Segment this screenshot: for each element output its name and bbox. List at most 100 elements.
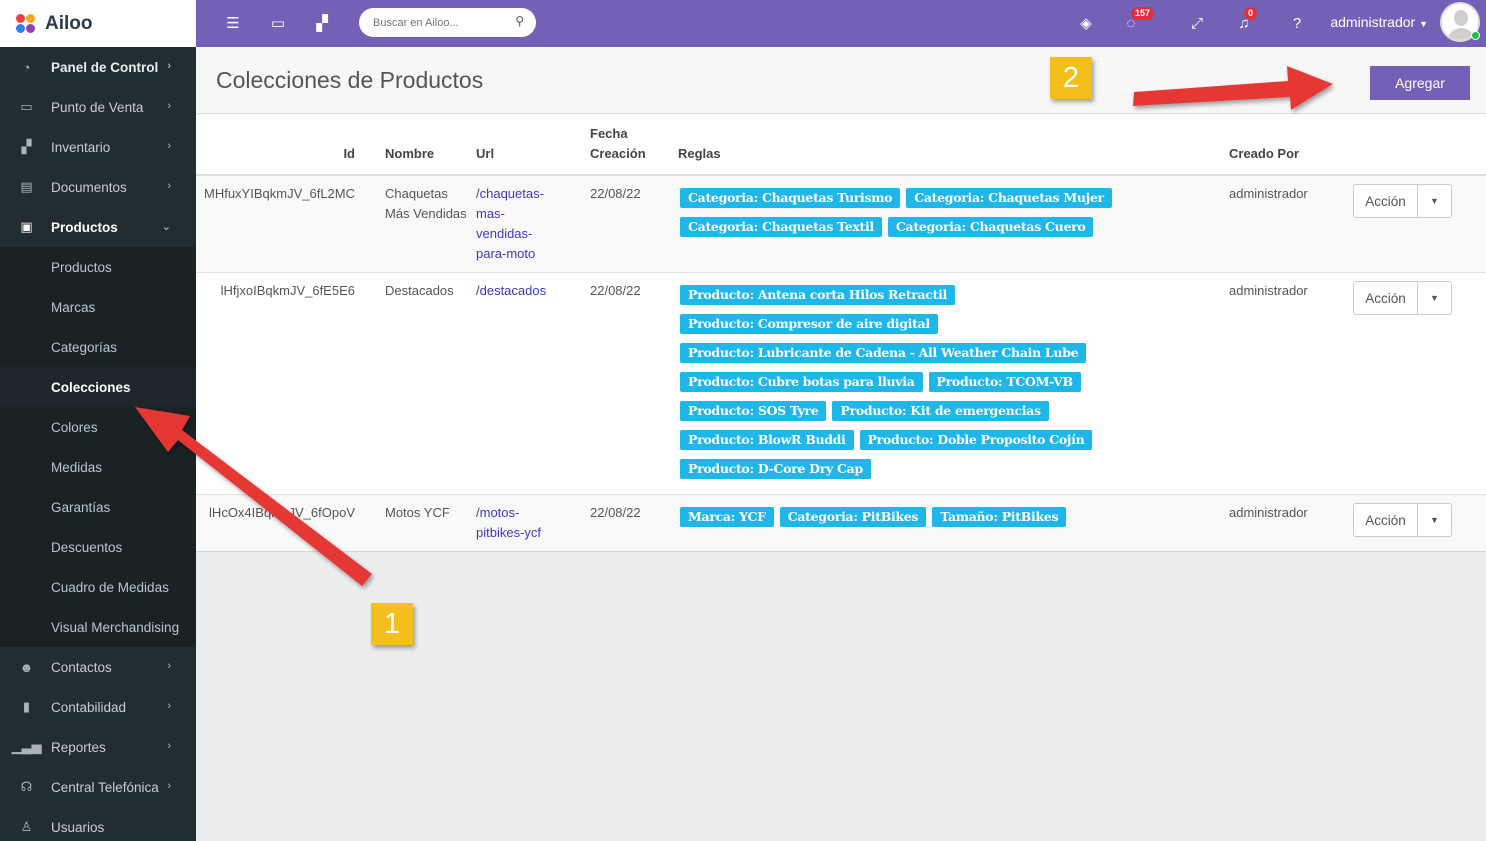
column-header-id[interactable]: Id [196, 114, 371, 176]
whatsapp-icon[interactable]: ◌ 157 [1120, 7, 1155, 34]
sidebar-item-inventario[interactable]: ▞ Inventario › [0, 127, 196, 167]
sidebar-item-productos[interactable]: ▣ Productos ⌄ [0, 207, 196, 247]
rule-tag: Categoria: Chaquetas Cuero [887, 217, 1094, 237]
rule-tag: Marca: YCF [680, 507, 774, 527]
action-button[interactable]: Acción [1353, 184, 1418, 218]
cell-name: Chaquetas Más Vendidas [371, 174, 476, 273]
cell-created-by: administrador [1229, 272, 1353, 495]
column-header-rules[interactable]: Reglas [678, 114, 1229, 176]
boxes-icon[interactable]: ▞ [311, 12, 333, 34]
cell-name: Destacados [371, 272, 476, 495]
caret-down-icon: ▼ [1430, 196, 1439, 206]
bar-chart-icon: ▁▃▅ [11, 739, 42, 754]
gift-icon: ▣ [20, 219, 33, 234]
online-status-icon [1471, 31, 1480, 40]
action-button-group: Acción ▼ [1353, 184, 1452, 218]
dashboard-icon: ◔ [22, 59, 31, 75]
user-menu[interactable]: administrador ▼ [1330, 14, 1428, 30]
cell-id: MHfuxYIBqkmJV_6fL2MC [196, 174, 371, 273]
cell-created-by: administrador [1229, 494, 1353, 551]
sidebar-item-reportes[interactable]: ▁▃▅ Reportes › [0, 727, 196, 767]
boxes-icon: ▞ [21, 139, 32, 154]
sidebar-item-label: Panel de Control [51, 59, 159, 75]
caret-down-icon: ▼ [1430, 515, 1439, 525]
action-dropdown-toggle[interactable]: ▼ [1418, 184, 1452, 218]
rule-tags: Producto: Antena corta Hilos Retractil P… [678, 283, 1188, 486]
cell-id: lHfjxoIBqkmJV_6fE5E6 [196, 272, 371, 495]
app: Ailoo ◔ Panel de Control › ▭ Punto de Ve… [0, 0, 1486, 841]
submenu-item-colores[interactable]: Colores [0, 407, 196, 447]
submenu-item-descuentos[interactable]: Descuentos [0, 527, 196, 567]
column-header-name[interactable]: Nombre [371, 114, 476, 176]
sidebar-item-label: Contactos [51, 659, 112, 675]
table-row: lHcOx4IBqkmJV_6fOpoV Motos YCF /motos-pi… [196, 494, 1486, 551]
tag-icon[interactable]: ◈ [1075, 12, 1097, 34]
action-button-group: Acción ▼ [1353, 281, 1452, 315]
collections-table: Id Nombre Url Fecha Creación Reglas Crea… [196, 114, 1486, 551]
rule-tag: Tamaño: PitBikes [932, 507, 1067, 527]
annotation-marker-1: 1 [371, 603, 413, 645]
add-button[interactable]: Agregar [1370, 66, 1470, 100]
submenu-item-garantias[interactable]: Garantías [0, 487, 196, 527]
cell-id: lHcOx4IBqkmJV_6fOpoV [196, 494, 371, 551]
submenu-item-colecciones[interactable]: Colecciones [0, 367, 196, 407]
search-input[interactable] [373, 16, 503, 29]
cell-date: 22/08/22 [590, 272, 678, 495]
rule-tag: Categoria: Chaquetas Turismo [680, 188, 901, 208]
rule-tag: Producto: TCOM-VB [928, 372, 1081, 392]
bell-icon[interactable]: ♫ 0 [1233, 7, 1258, 34]
column-header-actions [1353, 114, 1486, 176]
column-header-date[interactable]: Fecha Creación [590, 114, 678, 176]
sidebar-item-central-telefonica[interactable]: ☊ Central Telefónica › [0, 767, 196, 807]
action-button[interactable]: Acción [1353, 503, 1418, 537]
rule-tag: Producto: Lubricante de Cadena - All Wea… [680, 343, 1087, 363]
action-dropdown-toggle[interactable]: ▼ [1418, 281, 1452, 315]
monitor-icon[interactable]: ▭ [267, 12, 289, 34]
collection-url-link[interactable]: /chaquetas-mas-vendidas-para-moto [476, 184, 556, 264]
page-title: Colecciones de Productos [216, 67, 484, 93]
user-name: administrador [1330, 14, 1416, 30]
productos-submenu: Productos Marcas Categorías Colecciones … [0, 247, 196, 647]
collection-url-link[interactable]: /motos-pitbikes-ycf [476, 503, 556, 543]
submenu-item-marcas[interactable]: Marcas [0, 287, 196, 327]
search-icon[interactable]: ⚲ [515, 14, 524, 28]
sidebar-item-usuarios[interactable]: ♙ Usuarios [0, 807, 196, 841]
sidebar-item-documentos[interactable]: ▤ Documentos › [0, 167, 196, 207]
headset-icon: ☊ [20, 779, 33, 794]
column-header-created-by[interactable]: Creado Por [1229, 114, 1353, 176]
sidebar-item-contabilidad[interactable]: ▮ Contabilidad › [0, 687, 196, 727]
action-dropdown-toggle[interactable]: ▼ [1418, 503, 1452, 537]
cell-rules: Marca: YCF Categoria: PitBikes Tamaño: P… [678, 494, 1229, 551]
help-icon[interactable]: ? [1286, 12, 1308, 34]
table-row: MHfuxYIBqkmJV_6fL2MC Chaquetas Más Vendi… [196, 174, 1486, 273]
submenu-item-visual-merchandising[interactable]: Visual Merchandising [0, 607, 196, 647]
submenu-item-medidas[interactable]: Medidas [0, 447, 196, 487]
column-header-url[interactable]: Url [476, 114, 590, 176]
annotation-marker-2: 2 [1050, 57, 1092, 99]
sidebar-item-punto-de-venta[interactable]: ▭ Punto de Venta › [0, 87, 196, 127]
cell-url: /motos-pitbikes-ycf [476, 494, 590, 551]
sidebar-item-contactos[interactable]: ☻ Contactos › [0, 647, 196, 687]
user-icon: ♙ [20, 819, 33, 834]
action-button[interactable]: Acción [1353, 281, 1418, 315]
chevron-right-icon: › [167, 700, 171, 712]
page-header: Colecciones de Productos Agregar [196, 47, 1486, 114]
brand[interactable]: Ailoo [0, 0, 196, 47]
cell-actions: Acción ▼ [1353, 174, 1486, 273]
chevron-down-icon: ⌄ [161, 221, 171, 233]
cell-name: Motos YCF [371, 494, 476, 551]
toggle-sidebar-icon[interactable]: ☰ [222, 12, 244, 34]
rule-tag: Producto: SOS Tyre [680, 401, 827, 421]
chevron-right-icon: › [167, 780, 171, 792]
cell-actions: Acción ▼ [1353, 494, 1486, 551]
expand-icon[interactable]: ⤢ [1186, 12, 1208, 34]
submenu-item-productos[interactable]: Productos [0, 247, 196, 287]
cell-created-by: administrador [1229, 174, 1353, 273]
rule-tag: Producto: Kit de emergencias [832, 401, 1049, 421]
sidebar-item-panel-de-control[interactable]: ◔ Panel de Control › [0, 47, 196, 87]
chevron-right-icon: › [167, 660, 171, 672]
main-content: Colecciones de Productos Agregar Id Nomb… [196, 47, 1486, 841]
collection-url-link[interactable]: /destacados [476, 283, 546, 298]
submenu-item-cuadro-de-medidas[interactable]: Cuadro de Medidas [0, 567, 196, 607]
submenu-item-categorias[interactable]: Categorías [0, 327, 196, 367]
